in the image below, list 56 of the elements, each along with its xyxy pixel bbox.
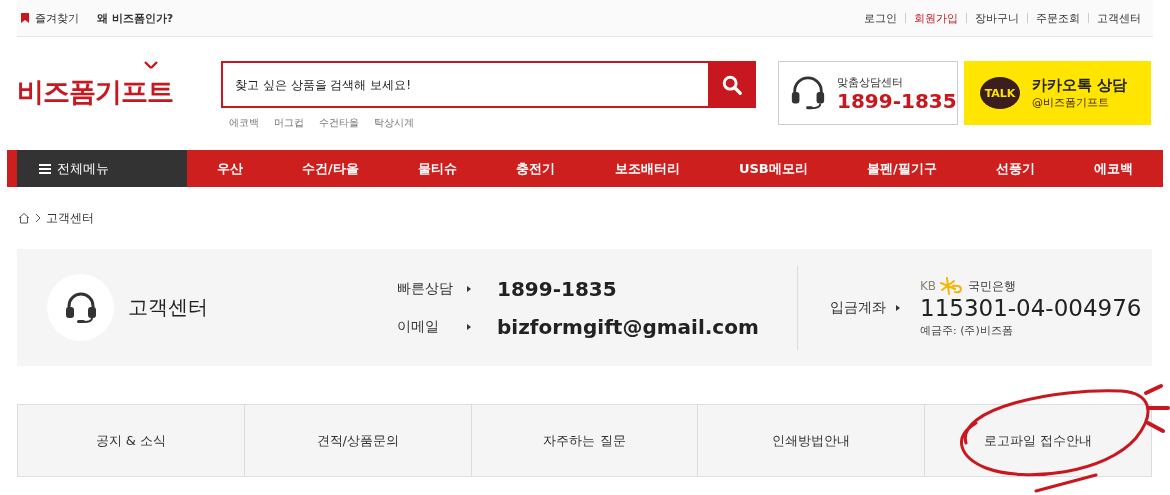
chevron-icon — [35, 213, 41, 223]
tab[interactable]: 자주하는 질문 — [470, 405, 698, 476]
triangle-icon — [896, 304, 900, 311]
top-link[interactable]: 회원가입 — [914, 10, 958, 26]
contact-value: bizformgift@gmail.com — [497, 314, 759, 339]
bank-name: 국민은행 — [968, 277, 1017, 295]
nav-item[interactable]: 물티슈 — [418, 159, 457, 178]
top-link[interactable]: 왜 비즈폼인가? — [97, 10, 174, 26]
panel-title: 고객센터 — [128, 294, 208, 321]
contact-label: 빠른상담 — [397, 279, 454, 298]
account-holder: 예금주: (주)비즈폼 — [920, 323, 1014, 338]
keyword-link[interactable]: 수건타올 — [319, 116, 359, 130]
menu-icon — [39, 163, 51, 174]
tab[interactable]: 로고파일 접수안내 — [924, 405, 1151, 476]
keyword-link[interactable]: 탁상시계 — [374, 116, 414, 130]
keyword-link[interactable]: 머그컵 — [274, 116, 304, 130]
nav-item[interactable]: 우산 — [216, 159, 243, 178]
kakao-box[interactable]: TALK 카카오톡 상담 @비즈폼기프트 — [964, 61, 1151, 125]
bank-label: 입금계좌 — [830, 298, 887, 317]
breadcrumb-item[interactable]: 고객센터 — [46, 209, 94, 227]
bank-logo: KB — [920, 279, 937, 293]
nav-item[interactable]: 충전기 — [516, 159, 556, 178]
kakao-title: 카카오톡 상담 — [1032, 76, 1128, 95]
kakao-handle: @비즈폼기프트 — [1032, 95, 1110, 110]
top-link[interactable]: 장바구니 — [975, 10, 1019, 26]
triangle-icon — [467, 323, 471, 330]
logo[interactable]: 비즈폼기프트 — [17, 76, 173, 107]
nav-item[interactable]: 보조배터리 — [614, 159, 680, 178]
top-link[interactable]: 고객센터 — [1097, 10, 1141, 26]
account-number: 115301-04-004976 — [920, 295, 1142, 321]
call-label: 맞춤상담센터 — [837, 74, 904, 90]
contact-value: 1899-1835 — [497, 276, 617, 301]
nav-item[interactable]: 볼펜/필기구 — [867, 159, 937, 178]
triangle-icon — [467, 285, 471, 292]
nav-item[interactable]: 에코백 — [1094, 159, 1134, 178]
all-menu-button[interactable]: 전체메뉴 — [17, 150, 187, 187]
top-link[interactable]: 즐겨찾기 — [35, 10, 79, 26]
search-button[interactable] — [708, 61, 756, 108]
headset-icon — [789, 74, 827, 112]
nav-item[interactable]: USB메모리 — [738, 159, 808, 178]
search-field[interactable]: 찾고 싶은 상품을 검색해 보세요! — [221, 61, 708, 108]
tab[interactable]: 인쇄방법안내 — [697, 405, 925, 476]
home-icon[interactable] — [18, 212, 30, 224]
nav-item[interactable]: 선풍기 — [996, 159, 1036, 178]
tab[interactable]: 견적/상품문의 — [243, 405, 471, 476]
tab[interactable]: 공지 & 소식 — [18, 405, 244, 476]
consult-center-box[interactable]: 맞춤상담센터 1899-1835 — [778, 61, 958, 125]
contact-label: 이메일 — [397, 317, 440, 336]
keyword-link[interactable]: 에코백 — [229, 116, 259, 130]
bookmark-icon — [21, 13, 29, 23]
top-link[interactable]: 주문조회 — [1036, 10, 1080, 26]
nav-item[interactable]: 수건/타올 — [301, 159, 359, 178]
phone-number: 1899-1835 — [837, 89, 957, 112]
top-link[interactable]: 로그인 — [864, 10, 897, 26]
talk-badge: TALK — [980, 77, 1020, 109]
search-icon — [721, 73, 743, 96]
